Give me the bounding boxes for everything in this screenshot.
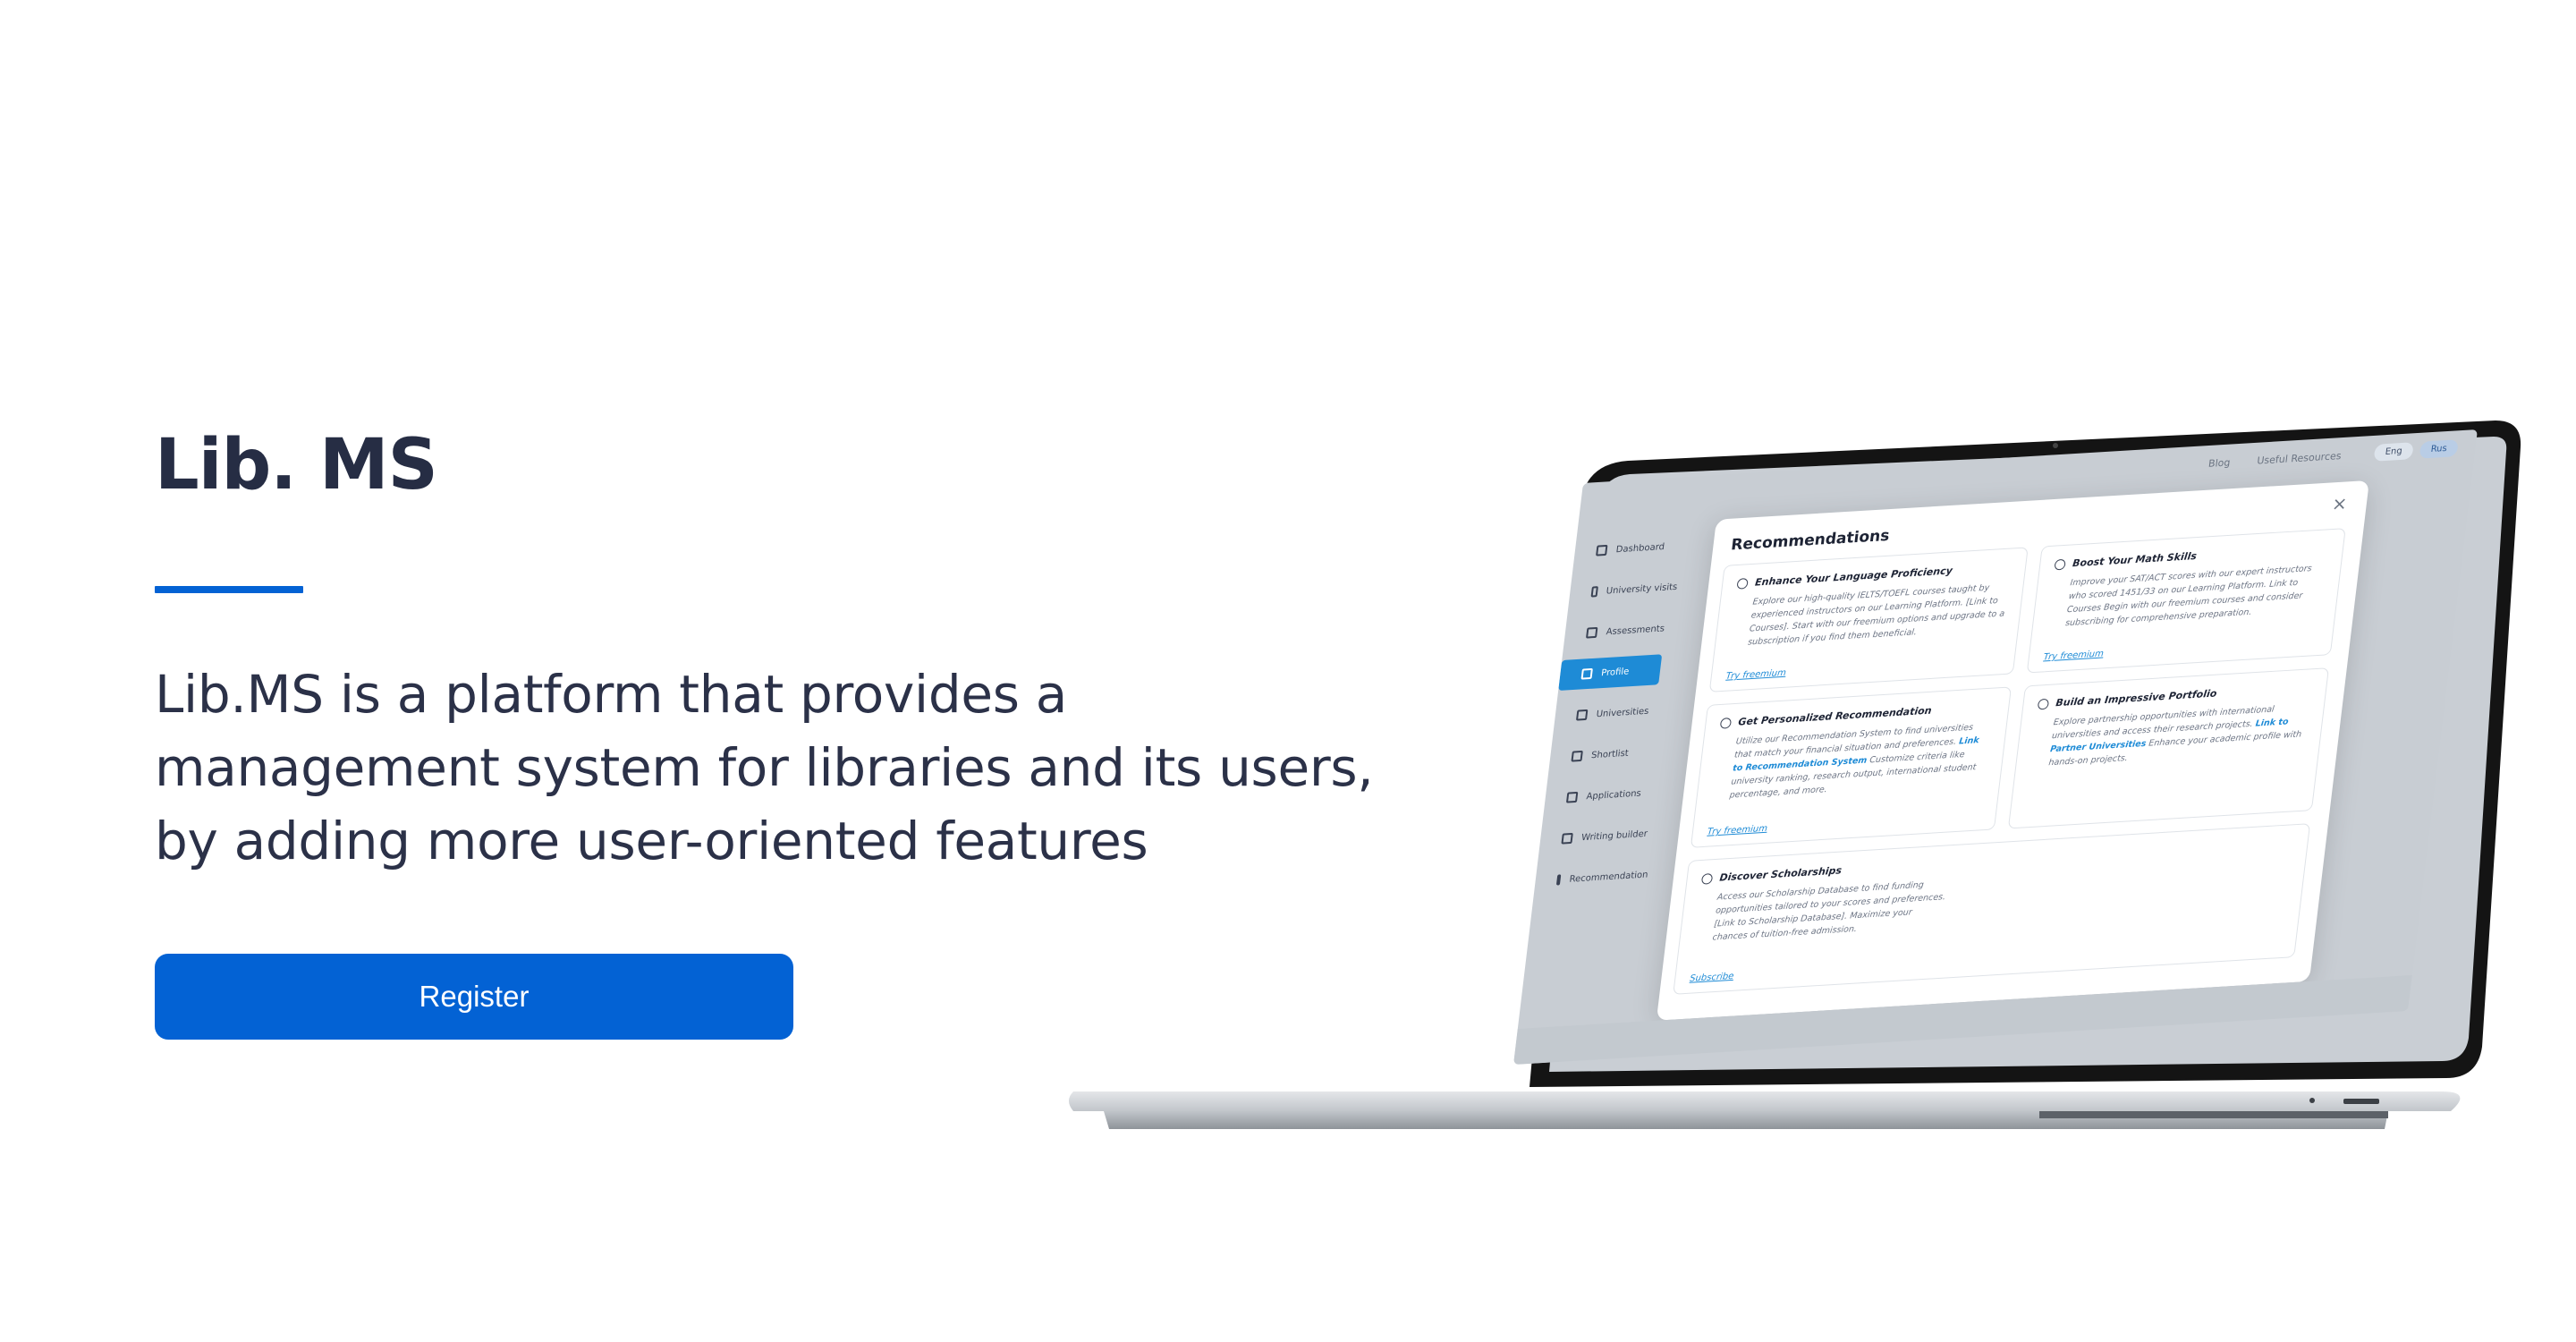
sidebar-item-profile[interactable]: Profile <box>1558 654 1663 691</box>
sidebar-item-universities[interactable]: Universities <box>1554 695 1665 732</box>
rec-card-math: Boost Your Math Skills Improve your SAT/… <box>2026 528 2346 674</box>
nav-useful-resources[interactable]: Useful Resources <box>2257 450 2343 467</box>
calendar-icon <box>1590 586 1598 598</box>
register-button[interactable]: Register <box>155 954 793 1040</box>
nav-blog[interactable]: Blog <box>2207 456 2231 469</box>
home-icon <box>1565 791 1579 803</box>
sidebar-item-shortlist[interactable]: Shortlist <box>1548 736 1659 773</box>
sidebar-item-university-visits[interactable]: University visits <box>1568 572 1679 608</box>
rec-card-title: Discover Scholarships <box>1718 864 1843 884</box>
sidebar-item-applications[interactable]: Applications <box>1544 777 1655 814</box>
rec-card-portfolio: Build an Impressive Portfolio Explore pa… <box>2007 667 2330 829</box>
info-icon <box>1736 577 1749 590</box>
recommendations-modal: Recommendations × Enhance Your Language … <box>1656 480 2369 1021</box>
sidebar-item-label: Applications <box>1585 788 1642 802</box>
sidebar-item-label: Profile <box>1600 666 1630 678</box>
user-icon <box>1580 667 1593 680</box>
rec-card-title: Boost Your Math Skills <box>2072 549 2198 570</box>
sidebar-item-recommendation[interactable]: Recommendation <box>1534 860 1649 896</box>
sidebar-item-writing-builder[interactable]: Writing builder <box>1538 819 1649 855</box>
laptop-lid: Blog Useful Resources Eng Rus Dashboard … <box>1513 420 2540 1100</box>
sidebar-item-assessments[interactable]: Assessments <box>1563 613 1674 650</box>
pencil-icon <box>1561 832 1573 845</box>
try-freemium-link[interactable]: Try freemium <box>2043 649 2104 662</box>
app-nav: Blog Useful Resources <box>2207 450 2342 470</box>
modal-title: Recommendations <box>1730 526 1891 555</box>
bookmark-icon <box>1571 750 1583 762</box>
sidebar-item-label: Dashboard <box>1615 541 1665 555</box>
try-freemium-link[interactable]: Try freemium <box>1707 824 1767 837</box>
lang-rus-toggle[interactable]: Rus <box>2419 439 2459 459</box>
sidebar-item-label: Recommendation <box>1568 869 1649 885</box>
page-title: Lib. MS <box>155 425 438 505</box>
rec-card-body-wrap: Explore partnership opportunities with i… <box>2030 701 2310 770</box>
sidebar-item-label: Shortlist <box>1590 748 1630 760</box>
info-icon <box>2037 698 2050 709</box>
bank-icon <box>1575 709 1589 721</box>
rec-card-body: Explore our high-quality IELTS/TOEFL cou… <box>1747 582 2005 648</box>
rec-card-scholarships: Discover Scholarships Access our Scholar… <box>1673 823 2311 995</box>
try-freemium-link[interactable]: Try freemium <box>1725 668 1786 682</box>
sidebar-item-label: Writing builder <box>1580 828 1648 843</box>
lang-eng-toggle[interactable]: Eng <box>2373 442 2414 462</box>
mail-icon <box>1555 874 1562 886</box>
laptop-base <box>1069 1091 2461 1129</box>
rec-card-title: Build an Impressive Portfolio <box>2055 687 2218 709</box>
rec-card-body: Improve your SAT/ACT scores with our exp… <box>2064 564 2313 629</box>
title-underline <box>155 586 303 593</box>
info-icon <box>2054 558 2066 570</box>
info-icon <box>1719 717 1733 729</box>
app-screen: Blog Useful Resources Eng Rus Dashboard … <box>1513 429 2478 1065</box>
rec-card-personalized: Get Personalized Recommendation Utilize … <box>1690 686 2012 848</box>
document-icon <box>1586 626 1598 639</box>
subscribe-link[interactable]: Subscribe <box>1689 972 1733 984</box>
rec-card-language: Enhance Your Language Proficiency Explor… <box>1708 547 2029 692</box>
close-icon[interactable]: × <box>2331 492 2349 514</box>
info-icon <box>1700 872 1714 885</box>
sidebar-item-label: Universities <box>1596 706 1650 719</box>
sidebar-item-label: Assessments <box>1606 623 1665 637</box>
rec-card-body-wrap: Utilize our Recommendation System to fin… <box>1711 719 1993 803</box>
laptop-illustration: Blog Useful Resources Eng Rus Dashboard … <box>1064 420 2540 1154</box>
rec-card-body: Access our Scholarship Database to find … <box>1711 879 1946 943</box>
dashboard-icon <box>1596 544 1608 556</box>
sidebar-item-dashboard[interactable]: Dashboard <box>1573 531 1684 567</box>
sidebar-item-label: University visits <box>1606 582 1678 597</box>
